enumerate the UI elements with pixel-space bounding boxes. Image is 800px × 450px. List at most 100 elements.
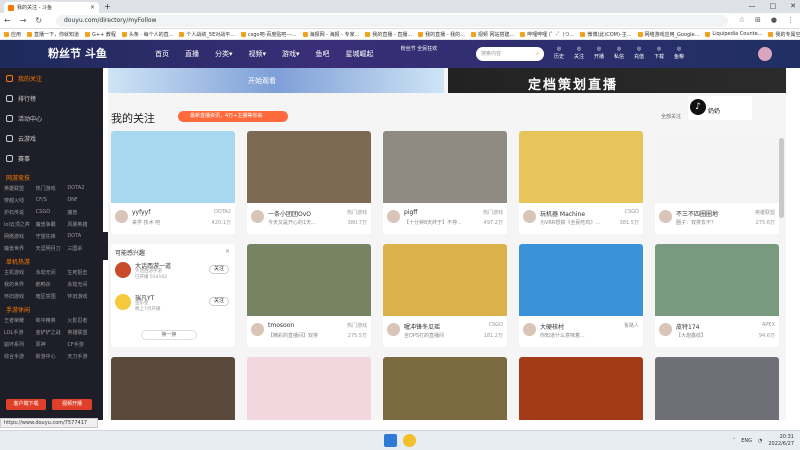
top-icon-item[interactable]: ◎ 关注: [571, 45, 587, 61]
sidebar-game-link[interactable]: 穿越火线: [4, 197, 36, 204]
banner-right[interactable]: 定档策划直播: [448, 68, 786, 93]
menu-icon[interactable]: ⋮: [787, 16, 794, 24]
stream-thumbnail[interactable]: [111, 357, 235, 420]
sidebar-game-link[interactable]: 英雄联盟: [4, 185, 36, 192]
sidebar-item[interactable]: 排行榜: [0, 88, 103, 108]
sidebar-game-link[interactable]: DOTA2: [67, 185, 99, 192]
bookmark-item[interactable]: 我的直播 - 直播...: [365, 31, 412, 38]
sidebar-game-link[interactable]: 风暴英雄: [67, 221, 99, 228]
bookmark-item[interactable]: 网络游戏应用_Google...: [637, 31, 699, 38]
streamer-name[interactable]: 皮特174: [676, 322, 746, 331]
sidebar-item[interactable]: 赛事: [0, 148, 103, 168]
sidebar-action-button[interactable]: 视频开播: [52, 399, 92, 410]
avatar[interactable]: [115, 294, 131, 310]
tray-chevron-icon[interactable]: ˄: [733, 438, 736, 444]
avatar[interactable]: [387, 323, 400, 336]
sidebar-game-link[interactable]: 三国杀: [67, 245, 99, 252]
stream-card[interactable]: tmosoon 热门游戏 【精彩的直播间】双排 275.5万: [247, 244, 371, 347]
streamer-name[interactable]: 喔冲锋冬瓜瑶: [404, 322, 474, 331]
fans-festival-badge[interactable]: 粉丝节 全民狂欢: [396, 45, 442, 63]
bookmark-item[interactable]: G++ 教程: [85, 31, 116, 38]
stream-thumbnail[interactable]: [655, 244, 779, 316]
reload-icon[interactable]: ↻: [35, 16, 42, 25]
stream-thumbnail[interactable]: [519, 357, 643, 420]
avatar[interactable]: [659, 210, 672, 223]
douyu-logo[interactable]: 粉丝节 斗鱼: [48, 45, 133, 63]
stream-card[interactable]: 喔冲锋冬瓜瑶 CSGO 全DPS打的直播间 181.2万: [383, 244, 507, 347]
nav-item[interactable]: 鱼吧: [316, 49, 330, 59]
sidebar-game-link[interactable]: lol云顶之弈: [4, 221, 36, 228]
stream-card[interactable]: 皮特174 APEX 【大炮鑫纹】 94.6万: [655, 244, 779, 347]
url-input[interactable]: douyu.com/directory/myFollow: [56, 15, 728, 27]
stream-card[interactable]: 哈吃小鬼CSGO: [111, 357, 235, 420]
sidebar-game-link[interactable]: 英雄联盟: [67, 329, 99, 336]
streamer-name[interactable]: yyfyyf: [132, 209, 202, 216]
avatar[interactable]: [387, 210, 400, 223]
language-indicator[interactable]: ENG: [741, 438, 752, 444]
bookmark-item[interactable]: 应用: [4, 31, 21, 38]
sidebar-game-link[interactable]: CSGO: [36, 209, 68, 216]
sidebar-game-link[interactable]: 魔兽世界: [4, 245, 36, 252]
sidebar-game-link[interactable]: 永劫无间: [36, 269, 68, 276]
sidebar-game-link[interactable]: DOTA: [67, 233, 99, 240]
streamer-name[interactable]: 一条小团团OvO: [268, 209, 338, 218]
sidebar-game-link[interactable]: 天涯明月刀: [36, 245, 68, 252]
sidebar-game-link[interactable]: DNF: [67, 197, 99, 204]
bookmark-item[interactable]: 海报网 - 海报 - 专家...: [302, 31, 359, 38]
stream-thumbnail[interactable]: [111, 131, 235, 203]
stream-card[interactable]: 冀一可克毒农炉石传说: [519, 357, 643, 420]
bookmark-item[interactable]: 直播一下，你就知道: [27, 31, 79, 38]
nav-item[interactable]: 视频▾: [249, 49, 267, 59]
bookmark-item[interactable]: 微博(此)COM)-主...: [580, 31, 632, 38]
sidebar-game-link[interactable]: 怀旧游戏: [4, 293, 36, 300]
sidebar-game-link[interactable]: 主机游戏: [4, 269, 36, 276]
stream-card[interactable]: yyfyyf DOTA2 来学 技术 吧 420.1万: [111, 131, 235, 234]
stream-thumbnail[interactable]: [383, 131, 507, 203]
streamer-name[interactable]: 不三不四圈圈地: [676, 209, 746, 218]
streamer-name[interactable]: tmosoon: [268, 322, 338, 329]
stream-thumbnail[interactable]: [655, 131, 779, 203]
stream-card[interactable]: 大硬核村 鲁路人 你知道什么意味着...: [519, 244, 643, 347]
sidebar-game-link[interactable]: 怀旧游戏: [67, 293, 99, 300]
bookmark-item[interactable]: 头条 · 每个人的直...: [121, 31, 173, 38]
bookmark-item[interactable]: 哔哩哔哩 (゜-゜)つ...: [520, 31, 574, 38]
browser-tab[interactable]: 我的关注 - 斗鱼 ×: [4, 2, 99, 13]
sidebar-game-link[interactable]: 王者荣耀: [4, 317, 36, 324]
sidebar-game-link[interactable]: 永劫无间: [67, 281, 99, 288]
minimize-icon[interactable]: —: [749, 2, 756, 10]
sidebar-game-link[interactable]: 天刀手游: [67, 353, 99, 360]
sidebar-game-link[interactable]: 综合手游: [4, 353, 36, 360]
sidebar-game-link[interactable]: CF手游: [67, 341, 99, 348]
sidebar-game-link[interactable]: 炉石传说: [4, 209, 36, 216]
stream-thumbnail[interactable]: [383, 357, 507, 420]
sidebar-game-link[interactable]: 鹅鸭杀: [36, 281, 68, 288]
avatar[interactable]: [523, 323, 536, 336]
follow-button[interactable]: 关注: [209, 297, 229, 306]
stream-card[interactable]: 不三不四圈圈地 英雄联盟 圈子：双排去不？ 275.6万: [655, 131, 779, 234]
refresh-button[interactable]: 换一换: [141, 330, 197, 340]
bookmark-item[interactable]: 我的直播 - 我的...: [418, 31, 465, 38]
sidebar-game-link[interactable]: 崩坏系列: [4, 341, 36, 348]
avatar[interactable]: [523, 210, 536, 223]
avatar[interactable]: [251, 323, 264, 336]
avatar[interactable]: [251, 210, 264, 223]
sidebar-game-link[interactable]: 魔兽: [67, 209, 99, 216]
back-icon[interactable]: ←: [4, 16, 11, 25]
bookmark-item[interactable]: 个人战绩_5E对战平...: [179, 31, 235, 38]
stream-card[interactable]: 忽忽Olivia: [247, 357, 371, 420]
close-tab-icon[interactable]: ×: [90, 4, 95, 11]
chrome-icon[interactable]: [403, 434, 416, 447]
stream-thumbnail[interactable]: [247, 244, 371, 316]
stream-thumbnail[interactable]: [383, 244, 507, 316]
bookmark-item[interactable]: Liquipedia Counte...: [705, 31, 762, 37]
wifi-icon[interactable]: ◔: [758, 438, 762, 444]
follow-button[interactable]: 关注: [209, 265, 229, 274]
avatar[interactable]: [115, 262, 131, 278]
nav-item[interactable]: 星城崛起: [346, 49, 374, 59]
sidebar-item[interactable]: 活动中心: [0, 108, 103, 128]
stream-card[interactable]: pigff 热门游戏 【十分钟8天终于】不停... 497.2万: [383, 131, 507, 234]
forward-icon[interactable]: →: [20, 16, 27, 25]
sidebar-game-link[interactable]: 我的世界: [4, 281, 36, 288]
bookmark-item[interactable]: 我的专属空间: [768, 31, 800, 38]
nav-item[interactable]: 首页: [155, 49, 169, 59]
